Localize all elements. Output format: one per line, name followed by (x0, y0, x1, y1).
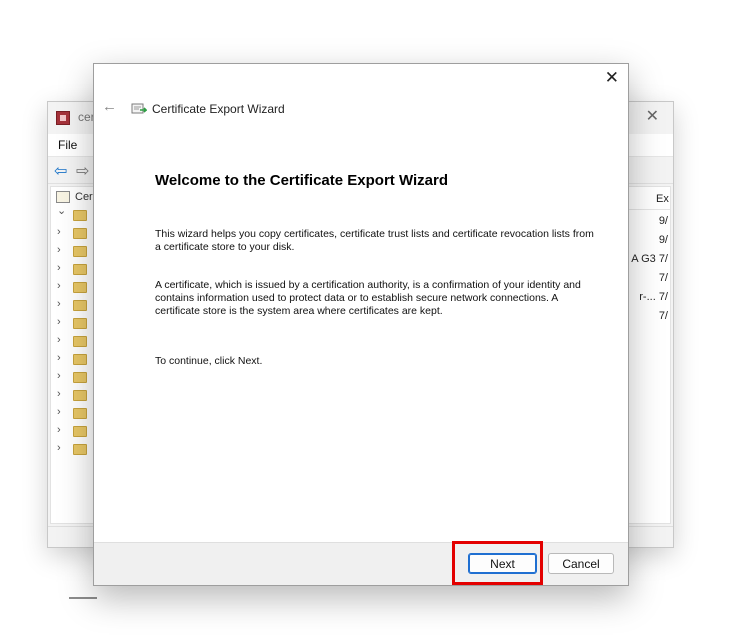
tree-item[interactable]: › (51, 225, 97, 242)
folder-icon (73, 300, 87, 311)
chevron-right-icon[interactable]: › (57, 316, 61, 328)
bg-tree-pane: Cer ⌄ › › › › › › › › › › › › › (50, 186, 98, 599)
chevron-right-icon[interactable]: › (57, 244, 61, 256)
folder-icon (73, 408, 87, 419)
tree-item[interactable]: › (51, 423, 97, 440)
chevron-right-icon[interactable]: › (57, 352, 61, 364)
chevron-right-icon[interactable]: › (57, 388, 61, 400)
tree-item[interactable]: › (51, 279, 97, 296)
tree-item[interactable]: › (51, 243, 97, 260)
folder-icon (73, 390, 87, 401)
chevron-down-icon[interactable]: ⌄ (57, 204, 66, 217)
wizard-footer: Next Cancel (94, 542, 628, 585)
folder-icon (73, 372, 87, 383)
bg-list-pane: Ex 9/9/A G3 7/7/r-... 7/7/ (627, 186, 671, 524)
list-cell: 7/ (658, 310, 668, 322)
wizard-title: Certificate Export Wizard (152, 102, 285, 116)
tree-item[interactable]: › (51, 297, 97, 314)
tree-item[interactable]: › (51, 351, 97, 368)
certificate-icon (131, 103, 147, 114)
tree-item[interactable]: › (51, 441, 97, 458)
chevron-right-icon[interactable]: › (57, 424, 61, 436)
folder-icon (73, 444, 87, 455)
folder-icon (73, 336, 87, 347)
list-cell: 9/ (658, 234, 668, 246)
back-arrow-icon[interactable]: ← (102, 98, 117, 115)
tree-item[interactable]: ⌄ (51, 204, 97, 224)
folder-icon (73, 210, 87, 221)
tree-item[interactable]: › (51, 261, 97, 278)
back-arrow-icon[interactable]: ⇦ (54, 161, 67, 181)
tree-root-label[interactable]: Cer (75, 191, 93, 203)
certmgr-app-icon (56, 111, 70, 125)
chevron-right-icon[interactable]: › (57, 280, 61, 292)
tree-hscroll[interactable] (69, 597, 97, 599)
tree-item[interactable]: › (51, 387, 97, 404)
folder-icon (73, 318, 87, 329)
intro-paragraph: This wizard helps you copy certificates,… (155, 228, 594, 253)
chevron-right-icon[interactable]: › (57, 298, 61, 310)
list-cell: 7/ (658, 272, 668, 284)
chevron-right-icon[interactable]: › (57, 442, 61, 454)
bg-close-icon[interactable]: ✕ (646, 106, 659, 126)
folder-icon (73, 264, 87, 275)
tree-item[interactable]: › (51, 405, 97, 422)
list-column-expiration[interactable]: Ex (656, 193, 669, 205)
folder-icon (73, 228, 87, 239)
cancel-button[interactable]: Cancel (548, 553, 614, 574)
welcome-heading: Welcome to the Certificate Export Wizard (155, 172, 448, 189)
chevron-right-icon[interactable]: › (57, 406, 61, 418)
folder-icon (73, 282, 87, 293)
chevron-right-icon[interactable]: › (57, 334, 61, 346)
folder-icon (73, 246, 87, 257)
list-cell: r-... 7/ (639, 291, 668, 303)
list-cell: A G3 7/ (631, 253, 668, 265)
folder-icon (73, 426, 87, 437)
next-button-highlight (452, 541, 543, 585)
chevron-right-icon[interactable]: › (57, 262, 61, 274)
chevron-right-icon[interactable]: › (57, 226, 61, 238)
list-header: Ex (628, 187, 670, 210)
close-icon[interactable]: ✕ (605, 68, 619, 88)
chevron-right-icon[interactable]: › (57, 370, 61, 382)
certificate-export-wizard-dialog: ✕ ← Certificate Export Wizard Welcome to… (93, 63, 629, 586)
list-cell: 9/ (658, 215, 668, 227)
continue-instruction: To continue, click Next. (155, 355, 263, 367)
tree-item[interactable]: › (51, 333, 97, 350)
certificate-explanation-paragraph: A certificate, which is issued by a cert… (155, 279, 581, 317)
tree-item[interactable]: › (51, 369, 97, 386)
tree-item[interactable]: › (51, 315, 97, 332)
cert-store-icon (56, 191, 70, 203)
menu-file[interactable]: File (58, 138, 77, 152)
folder-icon (73, 354, 87, 365)
forward-arrow-icon[interactable]: ⇨ (76, 161, 89, 181)
